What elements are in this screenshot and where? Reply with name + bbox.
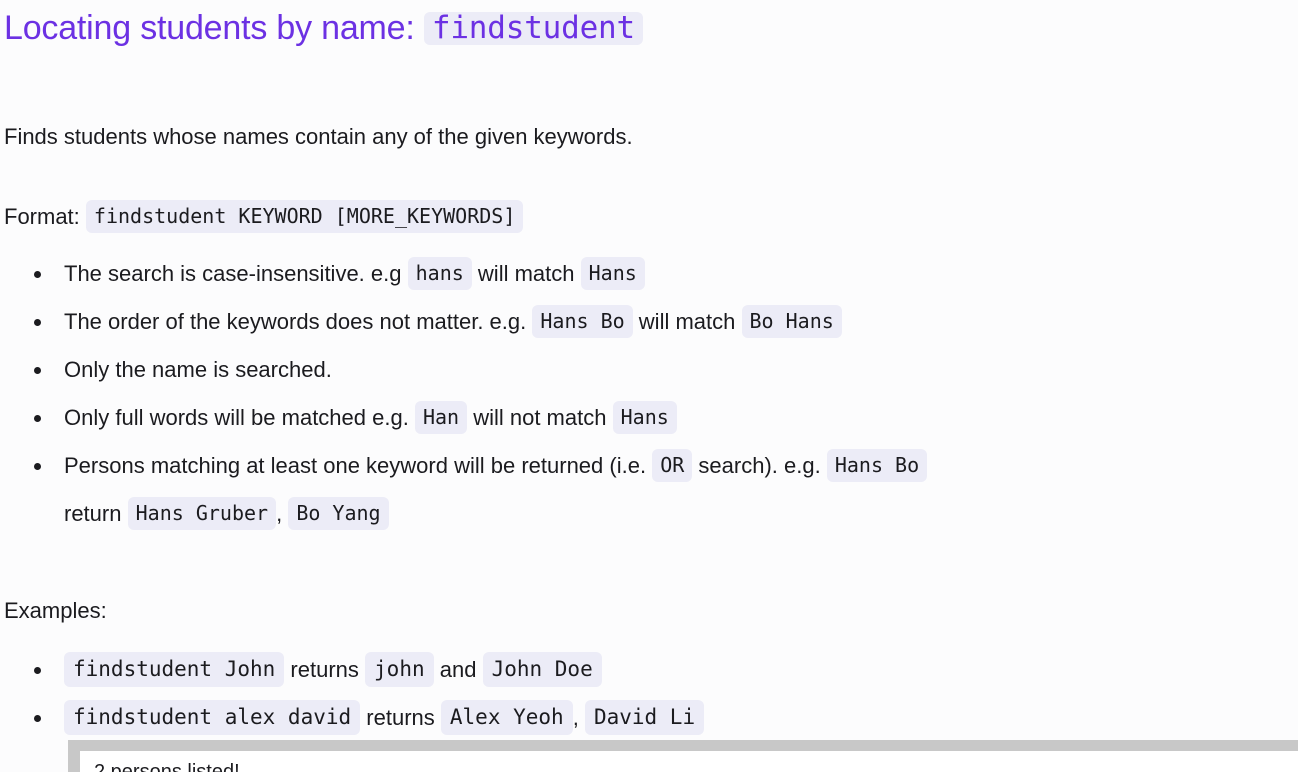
bullet-dot-icon <box>34 715 41 722</box>
inline-code: David Li <box>584 700 705 735</box>
inline-code: Hans Gruber <box>127 497 277 530</box>
text-fragment: returns <box>366 705 435 730</box>
inline-code: OR <box>652 449 693 482</box>
list-item: The search is case-insensitive. e.g hans… <box>0 250 927 298</box>
format-line: Format: findstudent KEYWORD [MORE_KEYWOR… <box>4 200 524 233</box>
bullet-dot-icon <box>34 271 41 278</box>
text-fragment: will match <box>477 261 575 286</box>
inline-code: Bo Yang <box>288 497 389 530</box>
list-item: findstudent John returns john and John D… <box>0 646 704 694</box>
text-fragment: Persons matching at least one keyword wi… <box>64 453 647 478</box>
page-title-command-code: findstudent <box>423 12 643 45</box>
list-item: findstudent alex david returns Alex Yeoh… <box>0 694 705 742</box>
rules-list: The search is case-insensitive. e.g hans… <box>0 250 928 538</box>
text-fragment: The order of the keywords does not matte… <box>64 309 527 334</box>
text-fragment: return <box>64 501 122 526</box>
examples-label: Examples: <box>4 598 107 623</box>
inline-code: Han <box>414 401 468 434</box>
text-fragment: will match <box>638 309 736 334</box>
text-fragment: search). e.g. <box>698 453 821 478</box>
list-item: Only the name is searched. <box>0 346 927 394</box>
list-item: Only full words will be matched e.g. Han… <box>0 394 927 442</box>
text-fragment: , <box>572 705 579 730</box>
inline-code: Alex Yeoh <box>440 700 573 735</box>
user-guide-page: Locating students by name: findstudent F… <box>0 0 1298 772</box>
examples-list: findstudent John returns john and John D… <box>0 646 705 742</box>
result-screenshot: 2 persons listed! <box>68 740 1298 772</box>
inline-code: findstudent alex david <box>64 700 361 735</box>
format-label: Format: <box>4 204 80 229</box>
bullet-dot-icon <box>34 319 41 326</box>
format-syntax-code: findstudent KEYWORD [MORE_KEYWORDS] <box>85 200 524 233</box>
inline-code: Bo Hans <box>741 305 842 338</box>
bullet-dot-icon <box>34 667 41 674</box>
inline-code: Hans <box>612 401 677 434</box>
text-fragment: will not match <box>473 405 607 430</box>
inline-code: Hans Bo <box>826 449 928 482</box>
page-title: Locating students by name: findstudent <box>4 2 643 54</box>
command-description: Finds students whose names contain any o… <box>4 124 633 149</box>
inline-code: John Doe <box>482 652 602 687</box>
list-item: Persons matching at least one keyword wi… <box>0 442 928 538</box>
text-fragment: Only full words will be matched e.g. <box>64 405 409 430</box>
text-fragment: returns <box>290 657 359 682</box>
text-fragment: The search is case-insensitive. e.g <box>64 261 402 286</box>
result-screenshot-content: 2 persons listed! <box>80 751 1298 772</box>
text-fragment: and <box>439 657 477 682</box>
text-fragment: Only the name is searched. <box>64 357 332 382</box>
list-item: The order of the keywords does not matte… <box>0 298 927 346</box>
page-title-text: Locating students by name: <box>4 9 415 47</box>
bullet-dot-icon <box>34 463 41 470</box>
inline-code: hans <box>407 257 472 290</box>
bullet-dot-icon <box>34 415 41 422</box>
text-fragment: , <box>276 501 283 526</box>
inline-code: john <box>365 652 434 687</box>
bullet-dot-icon <box>34 367 41 374</box>
inline-code: findstudent John <box>64 652 285 687</box>
inline-code: Hans <box>580 257 645 290</box>
result-status-text: 2 persons listed! <box>94 761 240 772</box>
inline-code: Hans Bo <box>532 305 633 338</box>
